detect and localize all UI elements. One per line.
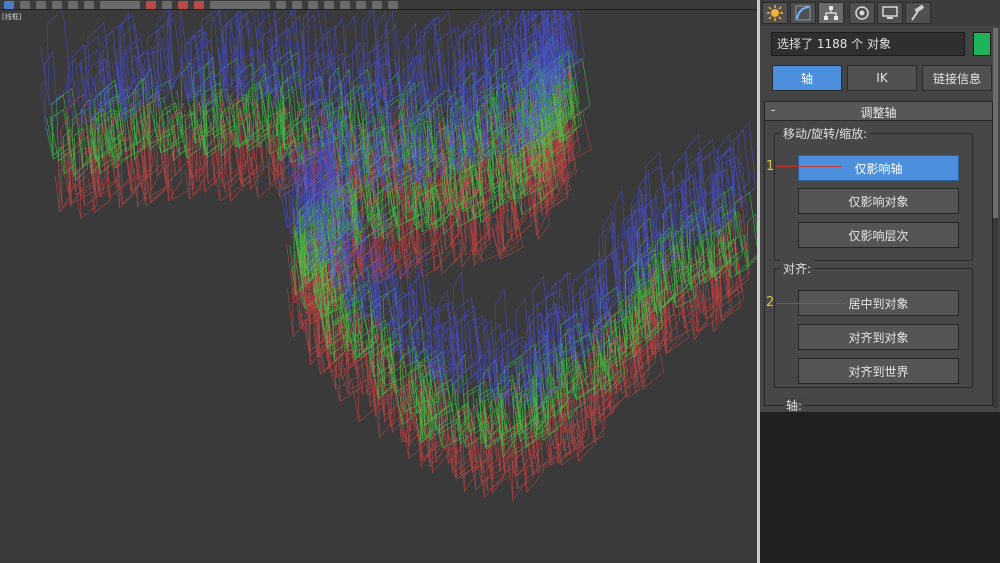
hammer-icon <box>911 5 925 21</box>
ik-mode-button[interactable]: IK <box>847 65 917 91</box>
snap-icon[interactable] <box>162 0 172 9</box>
object-color-swatch[interactable] <box>973 32 991 56</box>
align-icon[interactable] <box>292 0 302 9</box>
panel-scrollbar-thumb[interactable] <box>993 28 998 218</box>
perspective-viewport[interactable]: [线框] <box>0 10 757 563</box>
affect-object-only-button[interactable]: 仅影响对象 <box>798 188 959 214</box>
tab-utilities[interactable] <box>905 2 931 24</box>
render-setup-icon[interactable] <box>372 0 382 9</box>
tab-motion[interactable] <box>849 2 875 24</box>
step-marker-1: 1 <box>766 159 775 174</box>
tab-create[interactable] <box>762 2 788 24</box>
schematic-icon[interactable] <box>340 0 350 9</box>
rollout-title: 调整轴 <box>860 106 897 120</box>
annotation-line-1 <box>776 166 842 167</box>
tab-hierarchy[interactable] <box>818 2 844 24</box>
monitor-icon <box>882 6 898 19</box>
command-panel-tabs <box>760 0 1000 26</box>
command-panel: 选择了 1188 个 对象 轴 IK 链接信息 - 调整轴 移动/旋转/缩放: … <box>760 0 1000 563</box>
sun-icon <box>767 5 783 21</box>
pivot-icon[interactable] <box>146 0 156 9</box>
main-toolbar <box>0 0 757 10</box>
scale-icon[interactable] <box>84 0 94 9</box>
select-region-icon[interactable] <box>20 0 30 9</box>
reference-dropdown-icon[interactable] <box>100 0 140 9</box>
group-label-align: 对齐: <box>780 260 815 277</box>
align-to-object-button[interactable]: 对齐到对象 <box>798 324 959 350</box>
step-marker-2: 2 <box>766 295 775 310</box>
rotate-icon[interactable] <box>68 0 78 9</box>
layer-icon[interactable] <box>308 0 318 9</box>
adjust-pivot-rollout: - 调整轴 移动/旋转/缩放: 仅影响轴 仅影响对象 仅影响层次 对齐: 居中到… <box>764 101 993 406</box>
wireframe-scene <box>40 10 757 502</box>
render-icon[interactable] <box>388 0 398 9</box>
pivot-mode-button[interactable]: 轴 <box>772 65 842 91</box>
rollout-header[interactable]: - 调整轴 <box>765 102 992 121</box>
selection-name-field[interactable]: 选择了 1188 个 对象 <box>771 32 965 56</box>
tab-display[interactable] <box>877 2 903 24</box>
window-crossing-icon[interactable] <box>36 0 46 9</box>
named-selection-icon[interactable] <box>210 0 270 9</box>
move-rotate-scale-group: 移动/旋转/缩放: 仅影响轴 仅影响对象 仅影响层次 <box>774 125 973 261</box>
link-info-mode-button[interactable]: 链接信息 <box>922 65 992 91</box>
tab-modify[interactable] <box>790 2 816 24</box>
curve-icon <box>795 5 811 21</box>
material-editor-icon[interactable] <box>356 0 366 9</box>
mirror-icon[interactable] <box>276 0 286 9</box>
align-group: 对齐: 居中到对象 对齐到对象 对齐到世界 <box>774 260 973 388</box>
angle-snap-icon[interactable] <box>178 0 188 9</box>
motion-icon <box>855 6 869 20</box>
viewport-label[interactable]: [线框] <box>2 12 21 22</box>
select-tool-icon[interactable] <box>4 0 14 9</box>
percent-snap-icon[interactable] <box>194 0 204 9</box>
curve-editor-icon[interactable] <box>324 0 334 9</box>
align-to-world-button[interactable]: 对齐到世界 <box>798 358 959 384</box>
move-icon[interactable] <box>52 0 62 9</box>
hierarchy-icon <box>824 6 838 20</box>
affect-hierarchy-only-button[interactable]: 仅影响层次 <box>798 222 959 248</box>
affect-pivot-only-button[interactable]: 仅影响轴 <box>798 155 959 181</box>
panel-empty-area <box>760 412 1000 563</box>
annotation-line-2 <box>776 303 846 304</box>
group-label-move: 移动/旋转/缩放: <box>780 125 871 142</box>
